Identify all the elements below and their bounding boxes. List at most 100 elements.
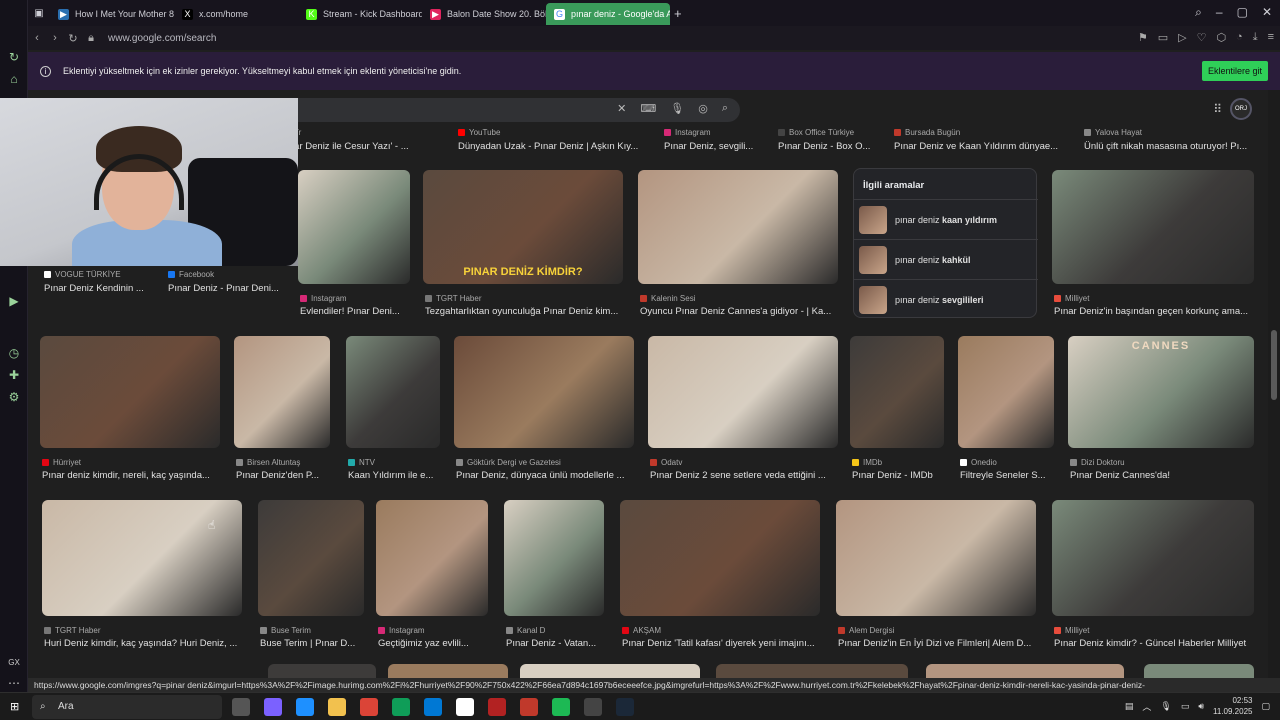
result-title[interactable]: Tezgahtarlıktan oyunculuğa Pınar Deniz k… (425, 306, 625, 317)
result-source[interactable]: Milliyet (1054, 626, 1089, 635)
windows-start-icon[interactable]: ⊞ (10, 701, 22, 713)
image-result[interactable]: VOGUE TÜRKİYE Pınar Deniz Kendinin ... (42, 268, 154, 318)
result-source[interactable]: Yalova Hayat (1084, 128, 1142, 137)
result-title[interactable]: Pınar Deniz - Pınar Deni... (168, 283, 286, 294)
result-title[interactable]: Pınar Deniz - IMDb (852, 470, 946, 481)
search-input[interactable]: ✕ ⌨ 🎙︎ ◎ ⌕ (268, 98, 740, 122)
result-source[interactable]: AKŞAM (622, 626, 661, 635)
result-source[interactable]: Buse Terim (260, 626, 311, 635)
result-source[interactable]: Bursada Bugün (894, 128, 960, 137)
forward-icon[interactable]: › (46, 32, 64, 44)
app-icon[interactable] (488, 698, 506, 716)
image-result[interactable]: Box Office Türkiye Pınar Deniz - Box O... (776, 126, 876, 156)
scrollbar-thumb[interactable] (1271, 330, 1277, 400)
extensions-rail-icon[interactable]: ✚ (7, 368, 21, 382)
result-thumbnail[interactable] (1052, 500, 1254, 616)
file-explorer-icon[interactable] (328, 698, 346, 716)
avatar[interactable]: ORJ (1230, 98, 1252, 120)
clock[interactable]: 02:53 11.09.2025 (1213, 695, 1252, 717)
image-result[interactable]: Buse Terim Buse Terim | Pınar D... (258, 500, 364, 650)
image-result[interactable]: Göktürk Dergi ve Gazetesi Pınar Deniz, dü… (454, 336, 634, 486)
image-result[interactable] (520, 664, 700, 678)
chrome-icon[interactable] (360, 698, 378, 716)
lens-icon[interactable]: ◎ (698, 102, 708, 115)
tab-4[interactable]: Gpınar deniz - Google'da A (546, 3, 670, 25)
shop-rail-icon[interactable]: ⌂ (7, 72, 21, 86)
apps-grid-icon[interactable]: ⠿ (1213, 102, 1222, 116)
image-result[interactable] (388, 664, 508, 678)
reload-icon[interactable]: ↻ (64, 32, 82, 45)
result-title[interactable]: Filtreyle Seneler S... (960, 470, 1056, 481)
image-result[interactable] (926, 664, 1124, 678)
workspaces-icon[interactable]: ▣ (28, 8, 50, 19)
image-result[interactable]: Kalenin Sesi Oyuncu Pınar Deniz Cannes'a … (638, 170, 838, 320)
edge-icon[interactable] (296, 698, 314, 716)
result-source[interactable]: TGRT Haber (425, 294, 482, 303)
image-result[interactable]: Birsen Altuntaş Pınar Deniz'den P... (234, 336, 330, 486)
result-title[interactable]: Pınar Deniz Cannes'da! (1070, 470, 1256, 481)
extension-icon[interactable]: ⬡ (1216, 31, 1226, 44)
heart-icon[interactable]: ♡ (1197, 31, 1207, 44)
result-source[interactable]: Kanal D (506, 626, 545, 635)
related-search-item[interactable]: pınar deniz kahkül (854, 239, 1038, 279)
image-result[interactable]: Alem Dergisi Pınar Deniz'in En İyi Dizi v… (836, 500, 1036, 650)
result-title[interactable]: Pınar Deniz - Box O... (778, 141, 878, 152)
result-source[interactable]: IMDb (852, 458, 882, 467)
search-tabs-icon[interactable]: ⌕ (1195, 5, 1202, 20)
search-icon[interactable]: ⌕ (722, 102, 728, 115)
result-thumbnail[interactable] (620, 500, 820, 616)
result-source[interactable]: TGRT Haber (44, 626, 101, 635)
play-rail-icon[interactable]: ▶ (7, 294, 21, 308)
menu-icon[interactable]: ≡ (1268, 31, 1274, 44)
result-thumbnail[interactable] (504, 500, 604, 616)
settings-rail-icon[interactable]: ⚙ (7, 390, 21, 404)
result-source[interactable]: Instagram (378, 626, 425, 635)
image-result[interactable]: Yalova Hayat Ünlü çift nikah masasına otu… (1082, 126, 1262, 156)
minimize-button[interactable]: – (1216, 5, 1223, 20)
refresh-rail-icon[interactable]: ↻ (7, 50, 21, 64)
result-thumbnail[interactable] (958, 336, 1054, 448)
outlook-icon[interactable] (424, 698, 442, 716)
result-title[interactable]: Pınar Deniz, dünyaca ünlü modellerle ... (456, 470, 636, 481)
result-title[interactable]: Huri Deniz kimdir, kaç yaşında? Huri Den… (44, 638, 244, 649)
result-title[interactable]: Pınar Deniz - Vatan... (506, 638, 606, 649)
keyboard-icon[interactable]: ⌨ (640, 102, 656, 115)
go-to-extensions-button[interactable]: Eklentilere git (1201, 61, 1268, 81)
snapshot-icon[interactable]: ▭ (1158, 31, 1168, 44)
tab-3[interactable]: ▶ Balon Date Show 20. Böl (422, 3, 546, 25)
result-source[interactable]: Odatv (650, 458, 682, 467)
result-thumbnail[interactable] (346, 336, 440, 448)
image-result[interactable] (1144, 664, 1254, 678)
volume-icon[interactable]: 🔊︎ (1198, 701, 1204, 712)
result-title[interactable]: Pınar Deniz, sevgili... (664, 141, 764, 152)
result-title[interactable]: Pınar Deniz'in En İyi Dizi ve Filmleri| … (838, 638, 1038, 649)
result-thumbnail[interactable] (638, 170, 838, 284)
result-source[interactable]: Facebook (168, 270, 214, 279)
result-thumbnail[interactable] (850, 336, 944, 448)
player-icon[interactable]: ▷ (1178, 31, 1186, 44)
image-result[interactable]: Bursada Bugün Pınar Deniz ve Kaan Yıldırı… (892, 126, 1067, 156)
result-source[interactable]: Alem Dergisi (838, 626, 894, 635)
image-result[interactable]: Hürriyet Pınar deniz kimdir, nereli, kaç … (40, 336, 220, 486)
result-thumbnail[interactable] (648, 336, 838, 448)
copilot-icon[interactable] (264, 698, 282, 716)
result-thumbnail[interactable] (258, 500, 364, 616)
task-view-icon[interactable] (232, 698, 250, 716)
result-title[interactable]: Dünyadan Uzak - Pınar Deniz | Aşkın Kıy.… (458, 141, 648, 152)
result-source[interactable]: YouTube (458, 128, 500, 137)
result-title[interactable]: Pınar Deniz 'Tatil kafası' diyerek yeni … (622, 638, 822, 649)
result-thumbnail[interactable]: CANNES (1068, 336, 1254, 448)
result-source[interactable]: Instagram (300, 294, 347, 303)
result-thumbnail[interactable] (454, 336, 634, 448)
result-source[interactable]: Instagram (664, 128, 711, 137)
image-result[interactable]: YouTube Dünyadan Uzak - Pınar Deniz | Aşk… (456, 126, 646, 156)
show-hidden-icon[interactable]: ︿ (1142, 700, 1151, 713)
network-icon[interactable]: ▭ (1181, 701, 1190, 712)
tab-0[interactable]: ▶ How I Met Your Mother 8 (50, 3, 174, 25)
image-result[interactable]: Instagram Geçtiğimiz yaz evlili... (376, 500, 488, 650)
opera-gx-icon[interactable] (520, 698, 538, 716)
result-title[interactable]: Pınar Deniz kimdir? - Güncel Haberler Mi… (1054, 638, 1256, 649)
result-thumbnail[interactable]: PINAR DENİZ KİMDİR? (423, 170, 623, 284)
result-title[interactable]: Kaan Yıldırım ile e... (348, 470, 442, 481)
obs-icon[interactable] (584, 698, 602, 716)
